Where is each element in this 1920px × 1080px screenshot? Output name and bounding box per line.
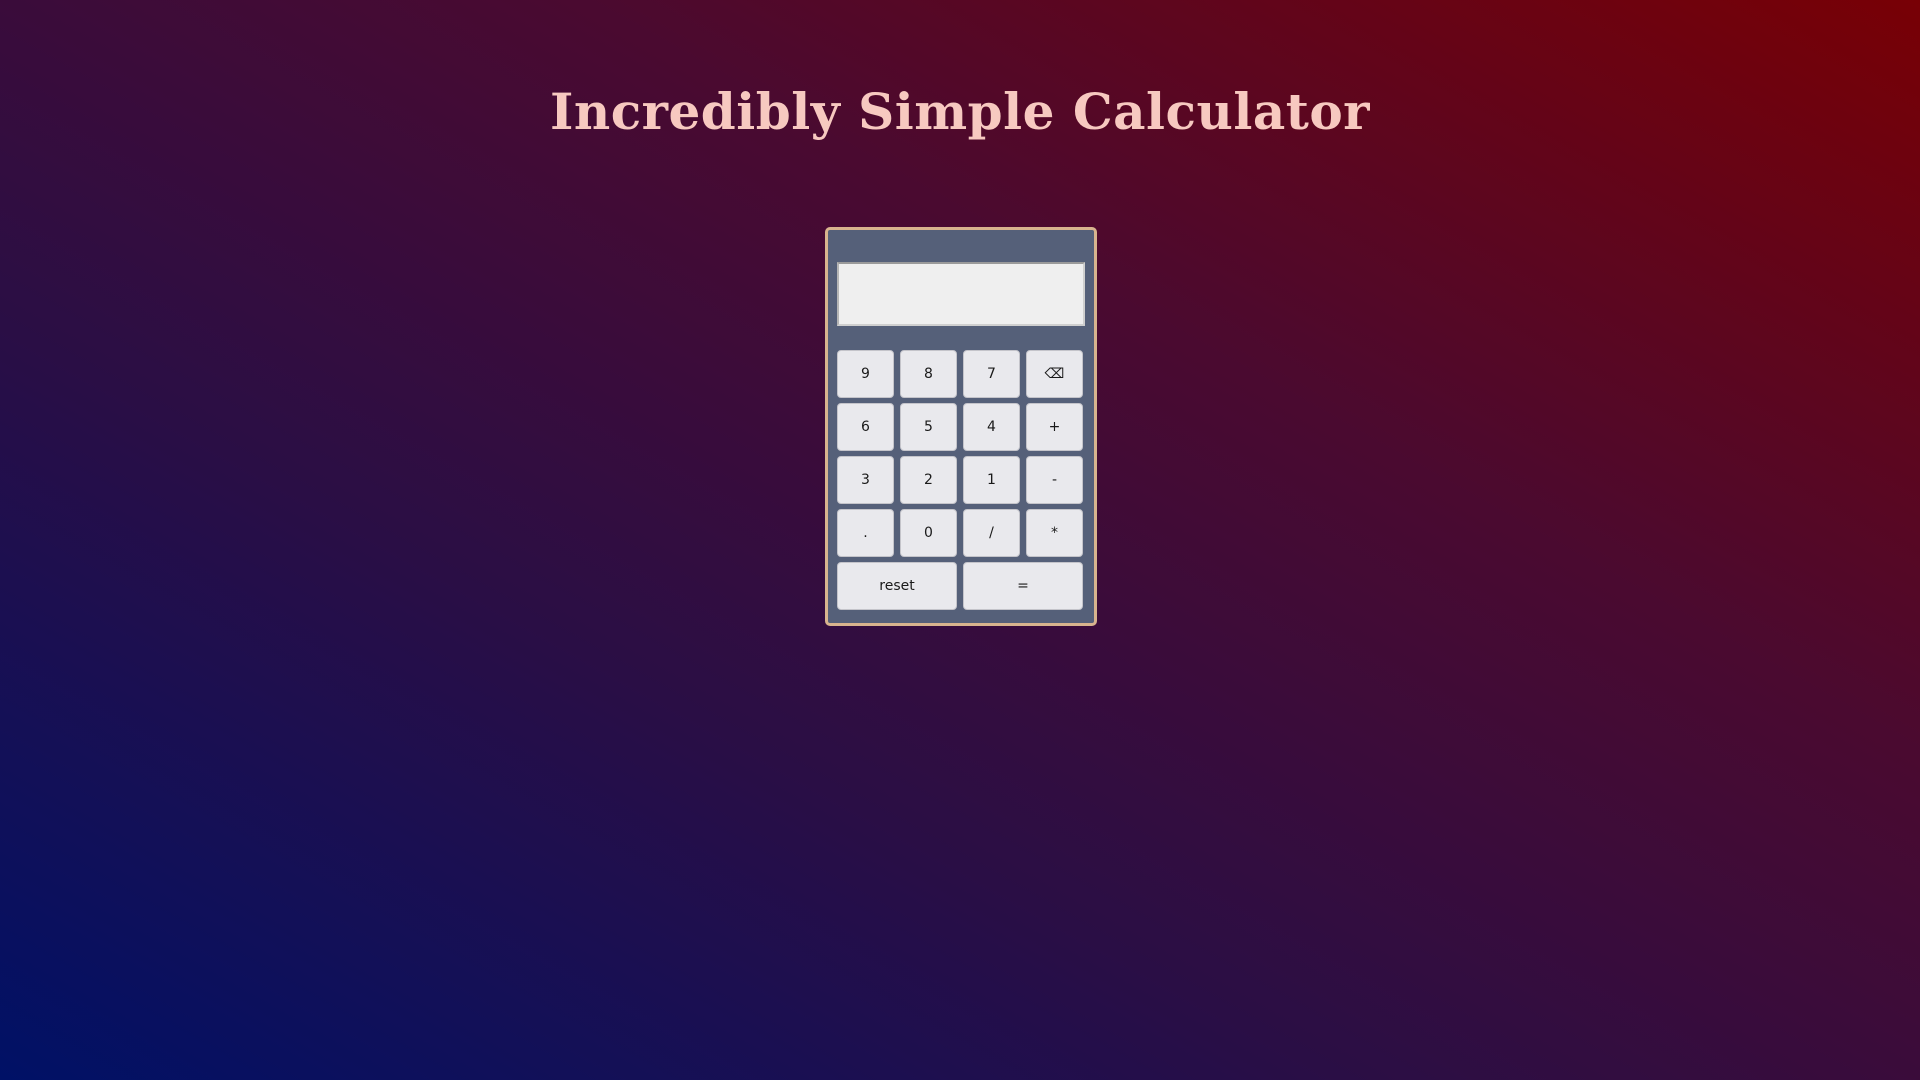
key-9-button[interactable]: 9 <box>837 350 894 398</box>
backspace-button[interactable]: ⌫ <box>1026 350 1083 398</box>
display-field[interactable] <box>837 262 1085 326</box>
calculator: 9 8 7 ⌫ 6 5 4 + 3 2 1 - . 0 / * reset = <box>825 227 1097 626</box>
equals-button[interactable]: = <box>963 562 1083 610</box>
plus-button[interactable]: + <box>1026 403 1083 451</box>
keypad: 9 8 7 ⌫ 6 5 4 + 3 2 1 - . 0 / * reset = <box>837 350 1085 610</box>
divide-button[interactable]: / <box>963 509 1020 557</box>
key-2-button[interactable]: 2 <box>900 456 957 504</box>
key-5-button[interactable]: 5 <box>900 403 957 451</box>
key-1-button[interactable]: 1 <box>963 456 1020 504</box>
key-4-button[interactable]: 4 <box>963 403 1020 451</box>
multiply-button[interactable]: * <box>1026 509 1083 557</box>
key-6-button[interactable]: 6 <box>837 403 894 451</box>
decimal-point-button[interactable]: . <box>837 509 894 557</box>
key-3-button[interactable]: 3 <box>837 456 894 504</box>
key-7-button[interactable]: 7 <box>963 350 1020 398</box>
key-8-button[interactable]: 8 <box>900 350 957 398</box>
page-title: Incredibly Simple Calculator <box>549 82 1371 141</box>
reset-button[interactable]: reset <box>837 562 957 610</box>
minus-button[interactable]: - <box>1026 456 1083 504</box>
key-0-button[interactable]: 0 <box>900 509 957 557</box>
